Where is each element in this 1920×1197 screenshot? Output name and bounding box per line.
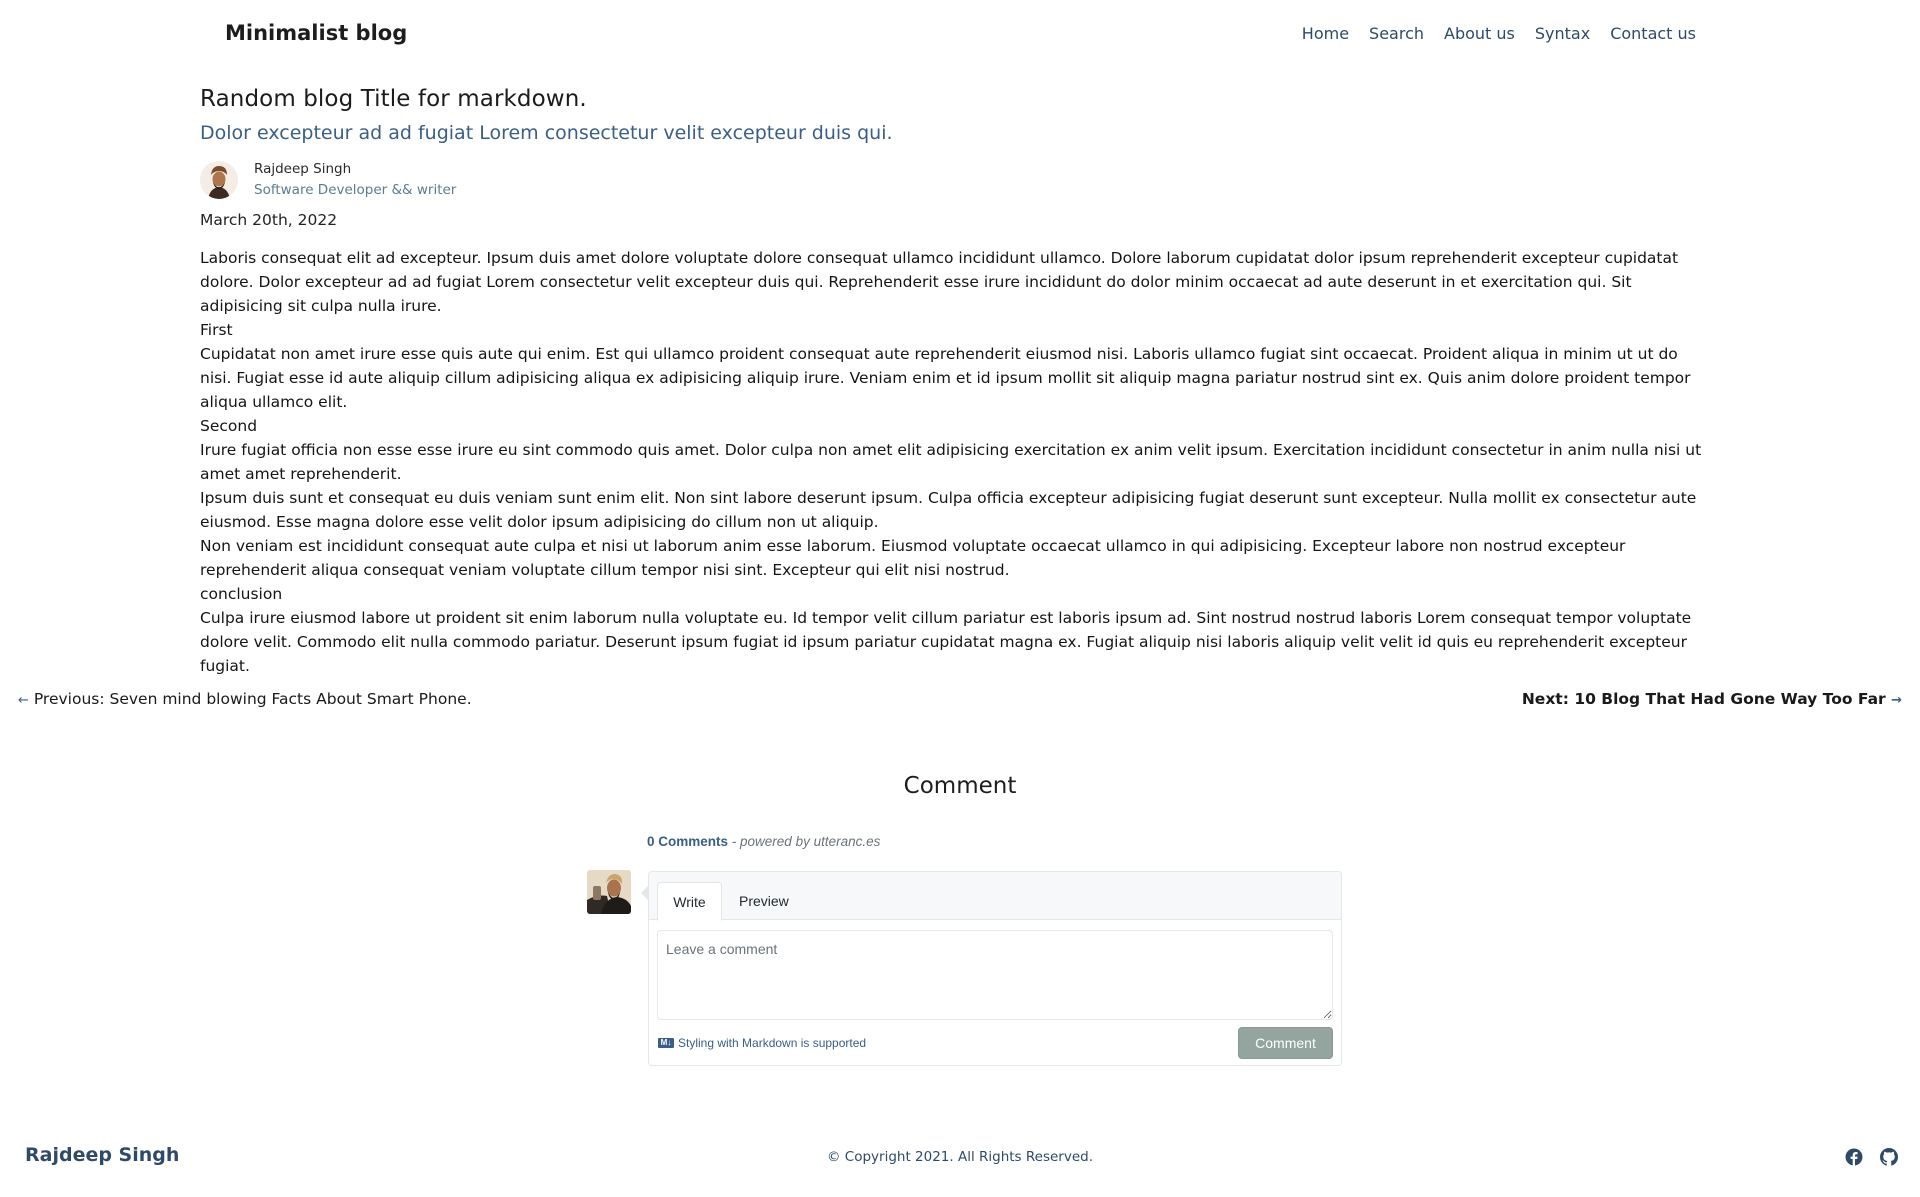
facebook-icon[interactable] [1845, 1148, 1863, 1166]
arrow-left-icon: ← [18, 693, 29, 708]
footer-copyright: © Copyright 2021. All Rights Reserved. [826, 1149, 1093, 1165]
powered-by-text: - powered by utteranc.es [728, 834, 881, 849]
github-icon[interactable] [1880, 1148, 1898, 1166]
author-meta: Rajdeep Singh Software Developer && writ… [254, 158, 456, 198]
paragraph: Culpa irure eiusmod labore ut proident s… [200, 609, 1692, 675]
tab-preview[interactable]: Preview [739, 882, 789, 921]
post-date: March 20th, 2022 [200, 211, 338, 229]
author-name: Rajdeep Singh [254, 161, 352, 177]
commenter-avatar [587, 870, 631, 914]
comments-count-link[interactable]: 0 Comments [647, 834, 728, 849]
main-nav: Home Search About us Syntax Contact us [1302, 24, 1696, 43]
next-post-label: Next: 10 Blog That Had Gone Way Too Far [1521, 690, 1886, 708]
arrow-right-icon: → [1891, 693, 1902, 708]
paragraph: Non veniam est incididunt consequat aute… [200, 537, 1626, 579]
section-label-conclusion: conclusion [200, 585, 283, 603]
author-avatar [200, 161, 238, 199]
submit-comment-button[interactable]: Comment [1238, 1027, 1333, 1059]
post-body: Laboris consequat elit ad excepteur. Ips… [200, 246, 1710, 678]
nav-about-us[interactable]: About us [1444, 24, 1515, 43]
site-brand[interactable]: Minimalist blog [225, 21, 407, 45]
post-subtitle: Dolor excepteur ad ad fugiat Lorem conse… [200, 122, 893, 144]
section-label-first: First [200, 321, 233, 339]
author-block: Rajdeep Singh Software Developer && writ… [200, 158, 1710, 204]
author-role: Software Developer && writer [254, 182, 457, 198]
nav-syntax[interactable]: Syntax [1535, 24, 1590, 43]
markdown-note-label: Styling with Markdown is supported [678, 1036, 867, 1050]
paragraph: Ipsum duis sunt et consequat eu duis ven… [200, 489, 1697, 531]
paragraph: Cupidatat non amet irure esse quis aute … [200, 345, 1691, 411]
site-header: Minimalist blog Home Search About us Syn… [0, 0, 1920, 70]
tab-write[interactable]: Write [657, 882, 722, 921]
paragraph: Laboris consequat elit ad excepteur. Ips… [200, 249, 1679, 315]
social-icons [1845, 1148, 1898, 1166]
blog-post: Random blog Title for markdown. Dolor ex… [200, 86, 1710, 678]
nav-contact-us[interactable]: Contact us [1610, 24, 1696, 43]
comment-heading: Comment [903, 773, 1017, 799]
site-footer: Rajdeep Singh © Copyright 2021. All Righ… [0, 1140, 1920, 1170]
section-label-second: Second [200, 417, 258, 435]
markdown-icon: M↓ [658, 1038, 674, 1048]
comments-meta: 0 Comments - powered by utteranc.es [647, 834, 880, 849]
nav-search[interactable]: Search [1369, 24, 1424, 43]
comment-form: Write Preview M↓ Styling with Markdown i… [641, 871, 1342, 1066]
post-title: Random blog Title for markdown. [200, 86, 587, 112]
paragraph: Irure fugiat officia non esse esse irure… [200, 441, 1702, 483]
comment-tabs: Write Preview [649, 872, 1341, 921]
post-navigation: ← Previous: Seven mind blowing Facts Abo… [0, 690, 1920, 710]
markdown-support-link[interactable]: M↓ Styling with Markdown is supported [658, 1036, 866, 1050]
previous-post-link[interactable]: ← Previous: Seven mind blowing Facts Abo… [18, 690, 472, 708]
nav-home[interactable]: Home [1302, 24, 1349, 43]
next-post-link[interactable]: Next: 10 Blog That Had Gone Way Too Far … [1522, 690, 1902, 708]
comment-input[interactable] [657, 930, 1333, 1020]
previous-post-label: Previous: Seven mind blowing Facts About… [33, 690, 472, 708]
